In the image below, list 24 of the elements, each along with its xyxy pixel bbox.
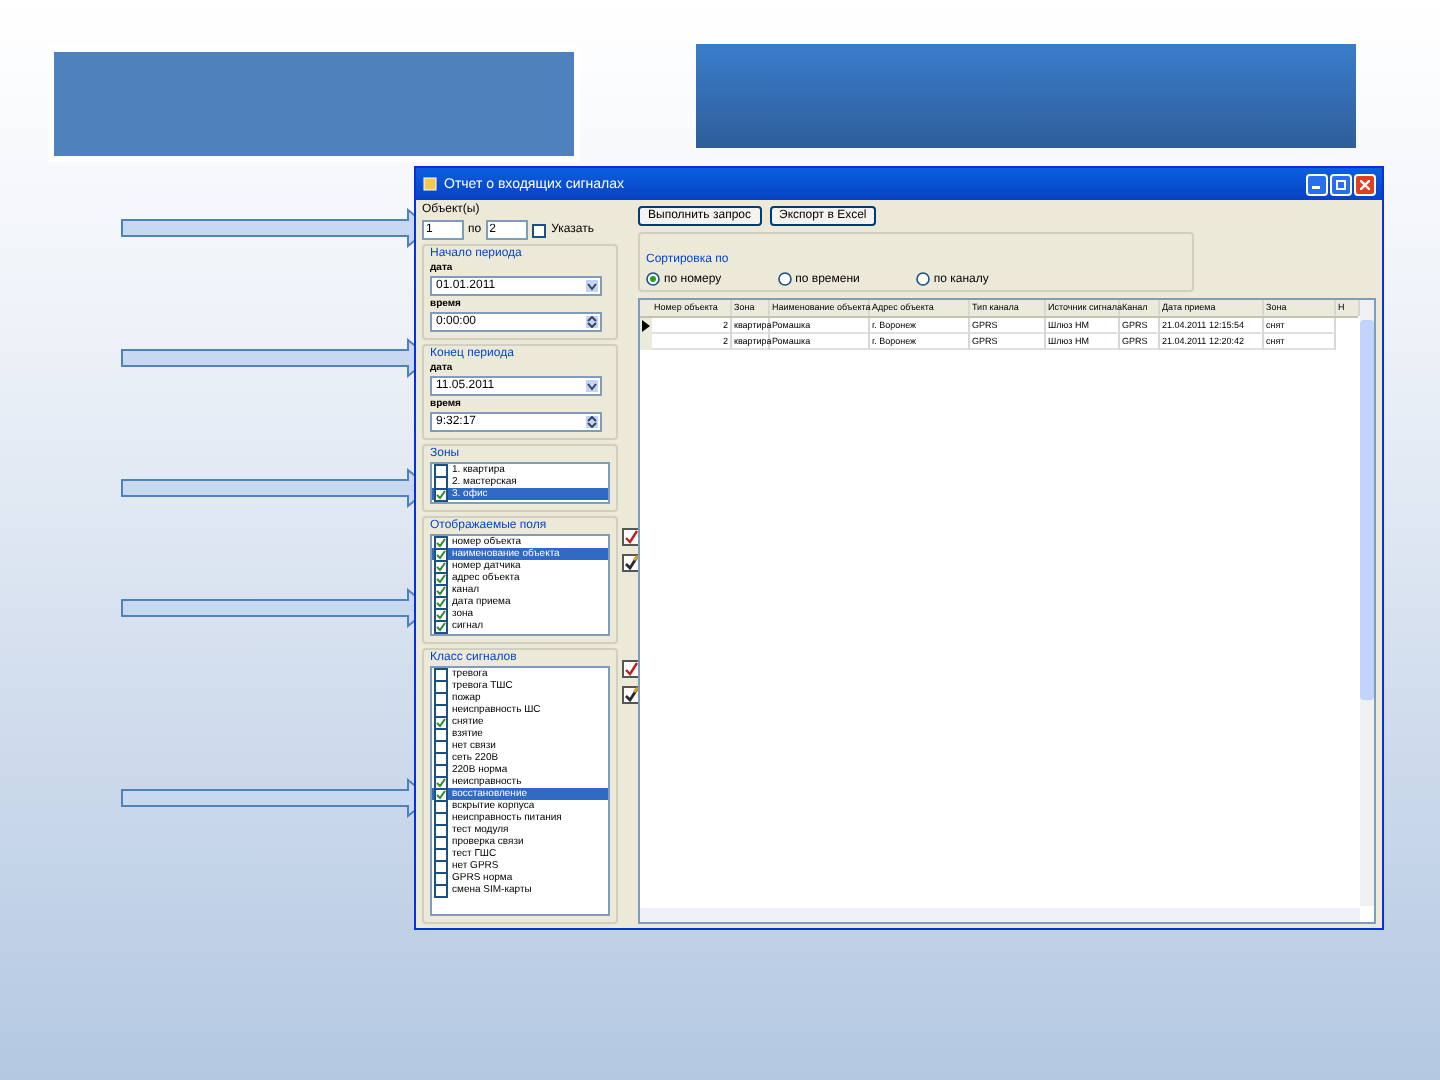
radio-icon	[646, 272, 660, 286]
spin-icon	[586, 316, 598, 328]
spin-icon	[586, 416, 598, 428]
maximize-button[interactable]	[1330, 173, 1352, 195]
vertical-scrollbar[interactable]	[1360, 300, 1374, 906]
checkbox[interactable]	[531, 223, 546, 237]
edit-check-icon[interactable]	[622, 686, 640, 704]
dropdown-icon	[586, 280, 598, 292]
check-all-icon[interactable]	[622, 660, 640, 678]
maximize-icon	[1336, 179, 1346, 189]
radio-icon	[915, 272, 930, 286]
close-icon	[1360, 179, 1370, 189]
row-header[interactable]	[640, 318, 652, 334]
checkbox[interactable]	[434, 667, 448, 681]
checkbox[interactable]	[434, 463, 448, 477]
app-icon	[422, 176, 438, 192]
minimize-button[interactable]	[1306, 173, 1328, 195]
radio-icon	[777, 272, 792, 286]
dropdown-icon	[586, 380, 598, 392]
row-pointer-icon	[642, 320, 650, 332]
horizontal-scrollbar[interactable]	[640, 908, 1360, 922]
check-all-icon[interactable]	[622, 528, 640, 546]
close-button[interactable]	[1354, 173, 1376, 195]
edit-check-icon[interactable]	[622, 554, 640, 572]
